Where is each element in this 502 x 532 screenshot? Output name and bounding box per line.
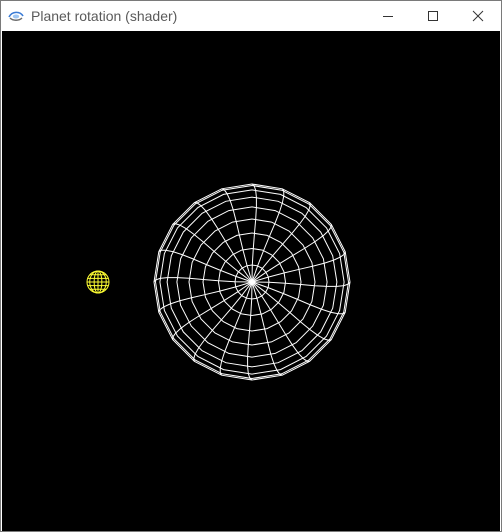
app-icon[interactable] — [8, 9, 24, 23]
render-viewport[interactable] — [2, 31, 500, 531]
minimize-icon — [382, 10, 394, 22]
close-button[interactable] — [455, 1, 501, 31]
moon-wireframe — [86, 270, 110, 294]
minimize-button[interactable] — [365, 1, 411, 31]
title-bar[interactable]: Planet rotation (shader) — [1, 1, 501, 31]
scene-canvas — [86, 183, 351, 381]
maximize-icon — [427, 10, 439, 22]
maximize-button[interactable] — [410, 1, 456, 31]
window-title: Planet rotation (shader) — [31, 8, 178, 24]
planet-wireframe — [153, 183, 351, 381]
close-icon — [472, 10, 484, 22]
app-window: Planet rotation (shader) — [0, 0, 502, 532]
